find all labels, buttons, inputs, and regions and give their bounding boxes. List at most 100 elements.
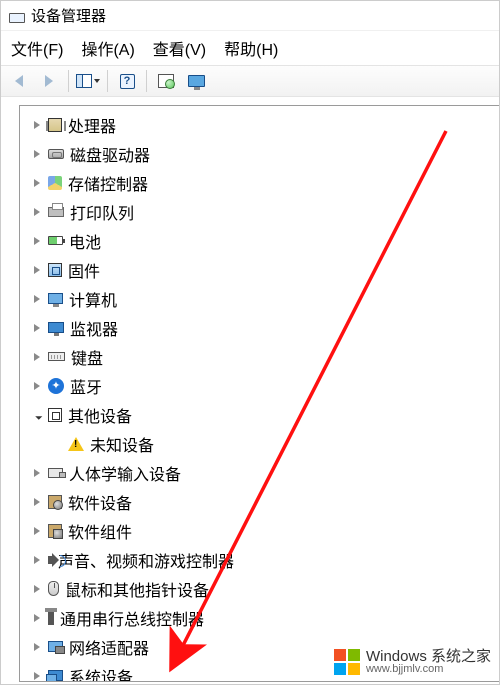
bt-icon (48, 378, 64, 394)
tree-node-firmware[interactable]: 固件 (20, 255, 499, 284)
tree-label: 固件 (68, 258, 100, 282)
mouse-icon (48, 581, 59, 596)
expand-icon[interactable] (30, 611, 44, 625)
tree-node-battery[interactable]: 电池 (20, 226, 499, 255)
tree-node-pc[interactable]: 计算机 (20, 284, 499, 313)
cpu-icon (48, 118, 62, 132)
pc-icon (48, 293, 63, 304)
nav-back-button[interactable] (5, 68, 33, 94)
tree-node-mouse[interactable]: 鼠标和其他指针设备 (20, 574, 499, 603)
device-tree-panel: 处理器磁盘驱动器存储控制器打印队列电池固件计算机监视器键盘蓝牙其他设备未知设备人… (19, 105, 499, 682)
tree-label: 声音、视频和游戏控制器 (58, 548, 234, 572)
tree-label: 系统设备 (69, 664, 133, 683)
usb-icon (48, 611, 54, 625)
arrow-left-icon (15, 75, 23, 87)
scan-hardware-button[interactable] (152, 68, 180, 94)
menu-file[interactable]: 文件(F) (11, 36, 63, 60)
tree-node-sound[interactable]: 声音、视频和游戏控制器 (20, 545, 499, 574)
expand-icon[interactable] (30, 553, 44, 567)
tree-node-hid[interactable]: 人体学输入设备 (20, 458, 499, 487)
tree-node-storage[interactable]: 存储控制器 (20, 168, 499, 197)
view-panes-button[interactable] (74, 68, 102, 94)
other-icon (48, 408, 62, 422)
expand-icon[interactable] (30, 669, 44, 683)
watermark-title: Windows 系统之家 (366, 649, 491, 665)
tree-label: 存储控制器 (68, 171, 148, 195)
scan-icon (158, 74, 174, 88)
tree-node-disk[interactable]: 磁盘驱动器 (20, 139, 499, 168)
expand-icon[interactable] (30, 234, 44, 248)
tree-node-keyboard[interactable]: 键盘 (20, 342, 499, 371)
app-icon (7, 8, 25, 24)
tree-label: 蓝牙 (70, 374, 102, 398)
menu-action[interactable]: 操作(A) (81, 36, 134, 60)
comp-icon (48, 524, 62, 538)
menubar: 文件(F) 操作(A) 查看(V) 帮助(H) (1, 31, 499, 65)
tree-label: 鼠标和其他指针设备 (65, 577, 209, 601)
firmware-icon (48, 263, 62, 277)
net-icon (48, 641, 63, 652)
expand-icon[interactable] (30, 524, 44, 538)
toolbar (1, 65, 499, 97)
titlebar[interactable]: 设备管理器 (1, 1, 499, 31)
expand-icon[interactable] (30, 263, 44, 277)
devices-button[interactable] (182, 68, 210, 94)
panes-icon (76, 74, 92, 88)
hid-icon (48, 468, 63, 478)
collapse-icon[interactable] (30, 408, 44, 422)
tree-node-comp[interactable]: 软件组件 (20, 516, 499, 545)
expand-icon[interactable] (30, 466, 44, 480)
soft-icon (48, 495, 62, 509)
menu-help[interactable]: 帮助(H) (224, 36, 278, 60)
expand-icon[interactable] (30, 495, 44, 509)
tree-label: 其他设备 (68, 403, 132, 427)
tree-node-monitor[interactable]: 监视器 (20, 313, 499, 342)
tree-label: 监视器 (70, 316, 118, 340)
expand-icon[interactable] (30, 640, 44, 654)
expand-icon[interactable] (30, 379, 44, 393)
nav-forward-button[interactable] (35, 68, 63, 94)
battery-icon (48, 236, 63, 245)
toolbar-separator (68, 70, 69, 92)
toolbar-separator (146, 70, 147, 92)
tree-node-bt[interactable]: 蓝牙 (20, 371, 499, 400)
expand-icon[interactable] (30, 350, 44, 364)
tree-label: 磁盘驱动器 (70, 142, 150, 166)
chevron-down-icon (94, 79, 100, 83)
tree-label: 通用串行总线控制器 (60, 606, 204, 630)
arrow-right-icon (45, 75, 53, 87)
watermark: Windows 系统之家 www.bjjmlv.com (330, 647, 495, 678)
sys-icon (48, 670, 63, 681)
storage-icon (48, 176, 62, 190)
expand-icon[interactable] (30, 321, 44, 335)
tree-node-printer[interactable]: 打印队列 (20, 197, 499, 226)
expand-icon[interactable] (30, 205, 44, 219)
monitor-icon (48, 322, 64, 333)
tree-label: 未知设备 (90, 432, 154, 456)
sound-icon (48, 556, 52, 564)
windows-logo-icon (334, 649, 360, 675)
device-tree[interactable]: 处理器磁盘驱动器存储控制器打印队列电池固件计算机监视器键盘蓝牙其他设备未知设备人… (20, 106, 499, 682)
tree-node-other[interactable]: 其他设备 (20, 400, 499, 429)
tree-node-unknown[interactable]: 未知设备 (20, 429, 499, 458)
monitor-icon (188, 75, 205, 87)
window-title: 设备管理器 (31, 5, 106, 26)
help-button[interactable] (113, 68, 141, 94)
tree-node-soft[interactable]: 软件设备 (20, 487, 499, 516)
tree-label: 打印队列 (70, 200, 134, 224)
tree-node-usb[interactable]: 通用串行总线控制器 (20, 603, 499, 632)
keyboard-icon (48, 352, 65, 361)
tree-node-cpu[interactable]: 处理器 (20, 110, 499, 139)
expand-icon[interactable] (30, 118, 44, 132)
watermark-url: www.bjjmlv.com (366, 664, 491, 676)
expand-icon[interactable] (30, 176, 44, 190)
toolbar-separator (107, 70, 108, 92)
tree-label: 网络适配器 (69, 635, 149, 659)
tree-label: 计算机 (69, 287, 117, 311)
expand-icon[interactable] (30, 147, 44, 161)
expand-icon[interactable] (30, 582, 44, 596)
printer-icon (48, 207, 64, 217)
help-icon (120, 74, 135, 89)
expand-icon[interactable] (30, 292, 44, 306)
menu-view[interactable]: 查看(V) (153, 36, 206, 60)
